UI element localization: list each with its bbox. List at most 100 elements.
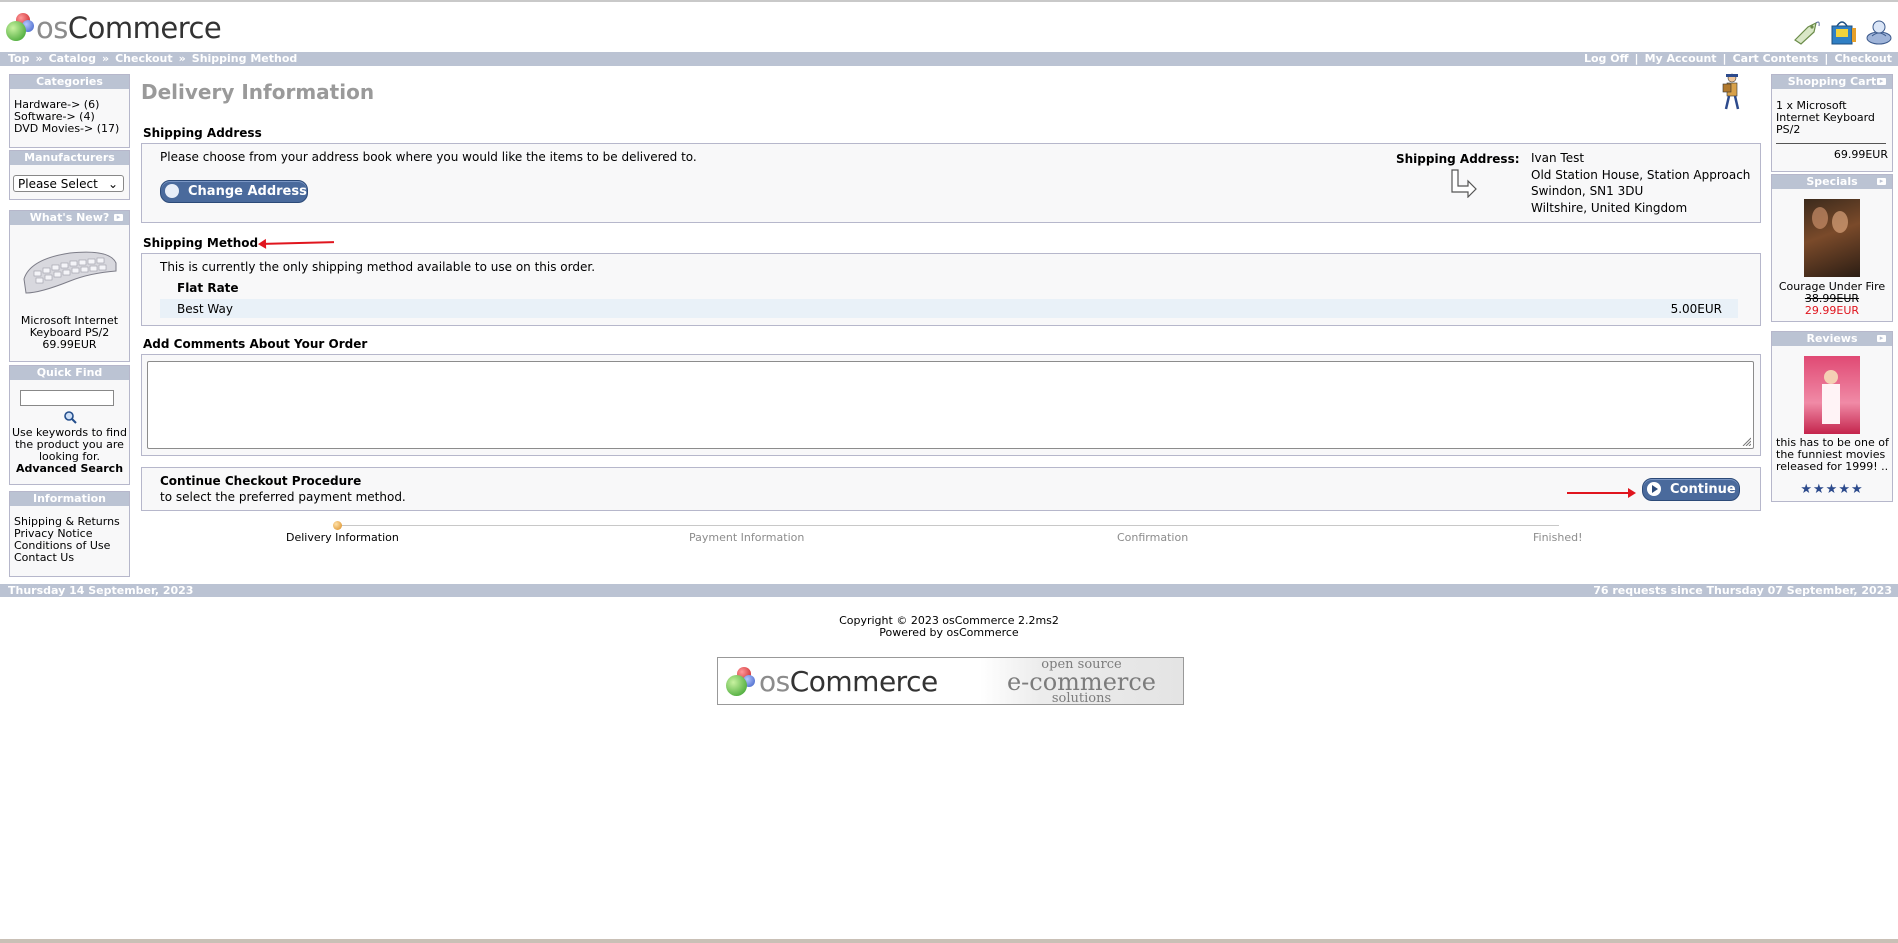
resize-handle-icon[interactable]	[1741, 436, 1751, 446]
arrow-right-icon[interactable]: ▸	[1877, 178, 1886, 185]
comments-heading: Add Comments About Your Order	[143, 337, 368, 351]
categories-box: Categories Hardware-> (6) Software-> (4)…	[9, 74, 130, 148]
quick-find-title: Quick Find	[10, 366, 129, 380]
breadcrumb-checkout[interactable]: Checkout	[115, 52, 173, 65]
whats-new-title: What's New? ▸	[10, 211, 129, 225]
advanced-search-link[interactable]: Advanced Search	[12, 463, 127, 475]
continue-box: Continue Checkout Procedure to select th…	[141, 467, 1761, 511]
change-address-label: Change Address	[188, 184, 307, 199]
address-city: Swindon, SN1 3DU	[1531, 184, 1644, 198]
quick-find-input[interactable]	[20, 390, 114, 406]
banner-tagline: open source e-commerce solutions	[980, 658, 1183, 705]
chevron-down-icon: ⌄	[107, 177, 118, 191]
specials-new-price: 29.99EUR	[1804, 304, 1860, 317]
bottom-edge	[0, 939, 1898, 943]
copyright-block: Copyright © 2023 osCommerce 2.2ms2 Power…	[0, 615, 1898, 639]
oscommerce-banner[interactable]: osCommerce open source e-commerce soluti…	[717, 657, 1184, 705]
progress-delivery-information: Delivery Information	[286, 531, 399, 544]
play-arrow-icon	[1647, 482, 1661, 496]
breadcrumb: Top» Catalog» Checkout» Shipping Method	[8, 52, 298, 65]
banner-logo-text: osCommerce	[759, 665, 938, 698]
my-account-link[interactable]: My Account	[1645, 52, 1717, 65]
arrow-right-icon[interactable]: ▸	[1877, 335, 1886, 342]
review-stars-icon: ★★★★★	[1800, 482, 1864, 497]
whats-new-box: What's New? ▸ Microsoft Internet Keyboard…	[9, 210, 130, 362]
reviews-title: Reviews ▸	[1772, 332, 1892, 346]
quick-find-box: Quick Find Use keywords to find the prod…	[9, 365, 130, 485]
whats-new-product-price: 69.99EUR	[42, 338, 97, 351]
arrow-right-icon[interactable]: ▸	[114, 214, 123, 221]
cart-contents-link[interactable]: Cart Contents	[1733, 52, 1819, 65]
logo-text: osCommerce	[36, 11, 222, 45]
shopping-cart-box: Shopping Cart ▸ 1 x Microsoft Internet Ke…	[1771, 74, 1893, 172]
checkout-link[interactable]: Checkout	[1834, 52, 1892, 65]
page-title: Delivery Information	[141, 80, 375, 104]
shipping-address-heading: Shipping Address	[143, 126, 262, 140]
categories-title: Categories	[10, 75, 129, 89]
oscommerce-logo[interactable]: osCommerce	[6, 11, 222, 45]
checkout-progress-line	[339, 525, 1559, 526]
reviews-box: Reviews ▸ this has to be one of the funni…	[1771, 331, 1893, 502]
arrow-right-icon[interactable]: ▸	[1877, 78, 1886, 85]
shipping-option-price: 5.00EUR	[1670, 302, 1722, 316]
category-dvd-movies[interactable]: DVD Movies-> (17)	[14, 123, 125, 135]
logo-balls-icon	[6, 13, 34, 43]
manufacturers-box: Manufacturers Please Select ⌄	[9, 150, 130, 200]
breadcrumb-shipping-method[interactable]: Shipping Method	[192, 52, 298, 65]
keyboard-product-image[interactable]	[20, 241, 120, 299]
footer-bar: Thursday 14 September, 2023 76 requests …	[0, 584, 1898, 597]
progress-finished: Finished!	[1533, 531, 1583, 544]
annotation-arrow-right	[1567, 488, 1636, 498]
specials-box: Specials ▸ Courage Under Fire 38.99EUR 29…	[1771, 174, 1893, 322]
continue-button[interactable]: Continue	[1642, 478, 1740, 501]
continue-heading: Continue Checkout Procedure	[160, 474, 362, 488]
quick-find-help: Use keywords to find the product you are…	[12, 426, 127, 463]
checkout-tag-icon[interactable]	[1792, 18, 1822, 46]
shipping-address-box: Please choose from your address book whe…	[141, 143, 1761, 223]
account-icon[interactable]	[1864, 18, 1894, 46]
shopping-cart-title: Shopping Cart ▸	[1772, 75, 1892, 89]
whats-new-product-name[interactable]: Microsoft Internet Keyboard PS/2	[10, 315, 129, 339]
cart-divider	[1776, 143, 1886, 144]
top-border	[0, 0, 1898, 2]
continue-subtext: to select the preferred payment method.	[160, 490, 406, 504]
continue-label: Continue	[1670, 482, 1736, 497]
courage-under-fire-image[interactable]	[1804, 199, 1860, 277]
header-icons	[1792, 18, 1894, 46]
powered-by-text: Powered by osCommerce	[879, 626, 1019, 639]
address-region: Wiltshire, United Kingdom	[1531, 200, 1688, 215]
delivery-man-icon	[1722, 73, 1740, 110]
comments-textarea[interactable]	[147, 361, 1754, 449]
arrow-down-right-icon	[1451, 169, 1477, 198]
shipping-method-heading: Shipping Method	[143, 236, 259, 250]
shipping-address-label: Shipping Address:	[1396, 152, 1520, 166]
shipping-option-label: Best Way	[177, 302, 233, 316]
contact-us-link[interactable]: Contact Us	[14, 552, 125, 564]
search-icon[interactable]	[63, 410, 77, 424]
breadcrumb-top[interactable]: Top	[8, 52, 29, 65]
annotation-arrow-left	[263, 241, 335, 245]
manufacturers-select-value: Please Select	[18, 177, 98, 191]
shipping-method-name: Flat Rate	[177, 281, 239, 295]
shipping-option-row[interactable]: Best Way 5.00EUR	[160, 299, 1738, 318]
breadcrumb-catalog[interactable]: Catalog	[49, 52, 96, 65]
cart-total: 69.99EUR	[1833, 148, 1888, 161]
address-street: Old Station House, Station Approach	[1531, 167, 1751, 182]
comments-box	[141, 354, 1761, 456]
review-movie-image[interactable]	[1804, 356, 1860, 434]
address-name: Ivan Test	[1531, 151, 1585, 165]
breadcrumb-bar: Top» Catalog» Checkout» Shipping Method Log…	[0, 52, 1898, 66]
address-instruction: Please choose from your address book whe…	[160, 150, 697, 164]
shopping-bag-icon[interactable]	[1828, 18, 1858, 46]
manufacturers-title: Manufacturers	[10, 151, 129, 165]
change-address-button[interactable]: Change Address	[160, 180, 308, 203]
manufacturers-select[interactable]: Please Select ⌄	[13, 175, 124, 192]
footer-date: Thursday 14 September, 2023	[8, 584, 194, 597]
home-icon	[165, 184, 179, 198]
cart-item[interactable]: 1 x Microsoft Internet Keyboard PS/2	[1776, 100, 1888, 136]
progress-payment-information: Payment Information	[689, 531, 805, 544]
information-title: Information	[10, 492, 129, 506]
log-off-link[interactable]: Log Off	[1584, 52, 1629, 65]
review-text[interactable]: this has to be one of the funniest movie…	[1776, 437, 1890, 473]
header-links: Log Off | My Account | Cart Contents | Checkou…	[1583, 52, 1892, 65]
